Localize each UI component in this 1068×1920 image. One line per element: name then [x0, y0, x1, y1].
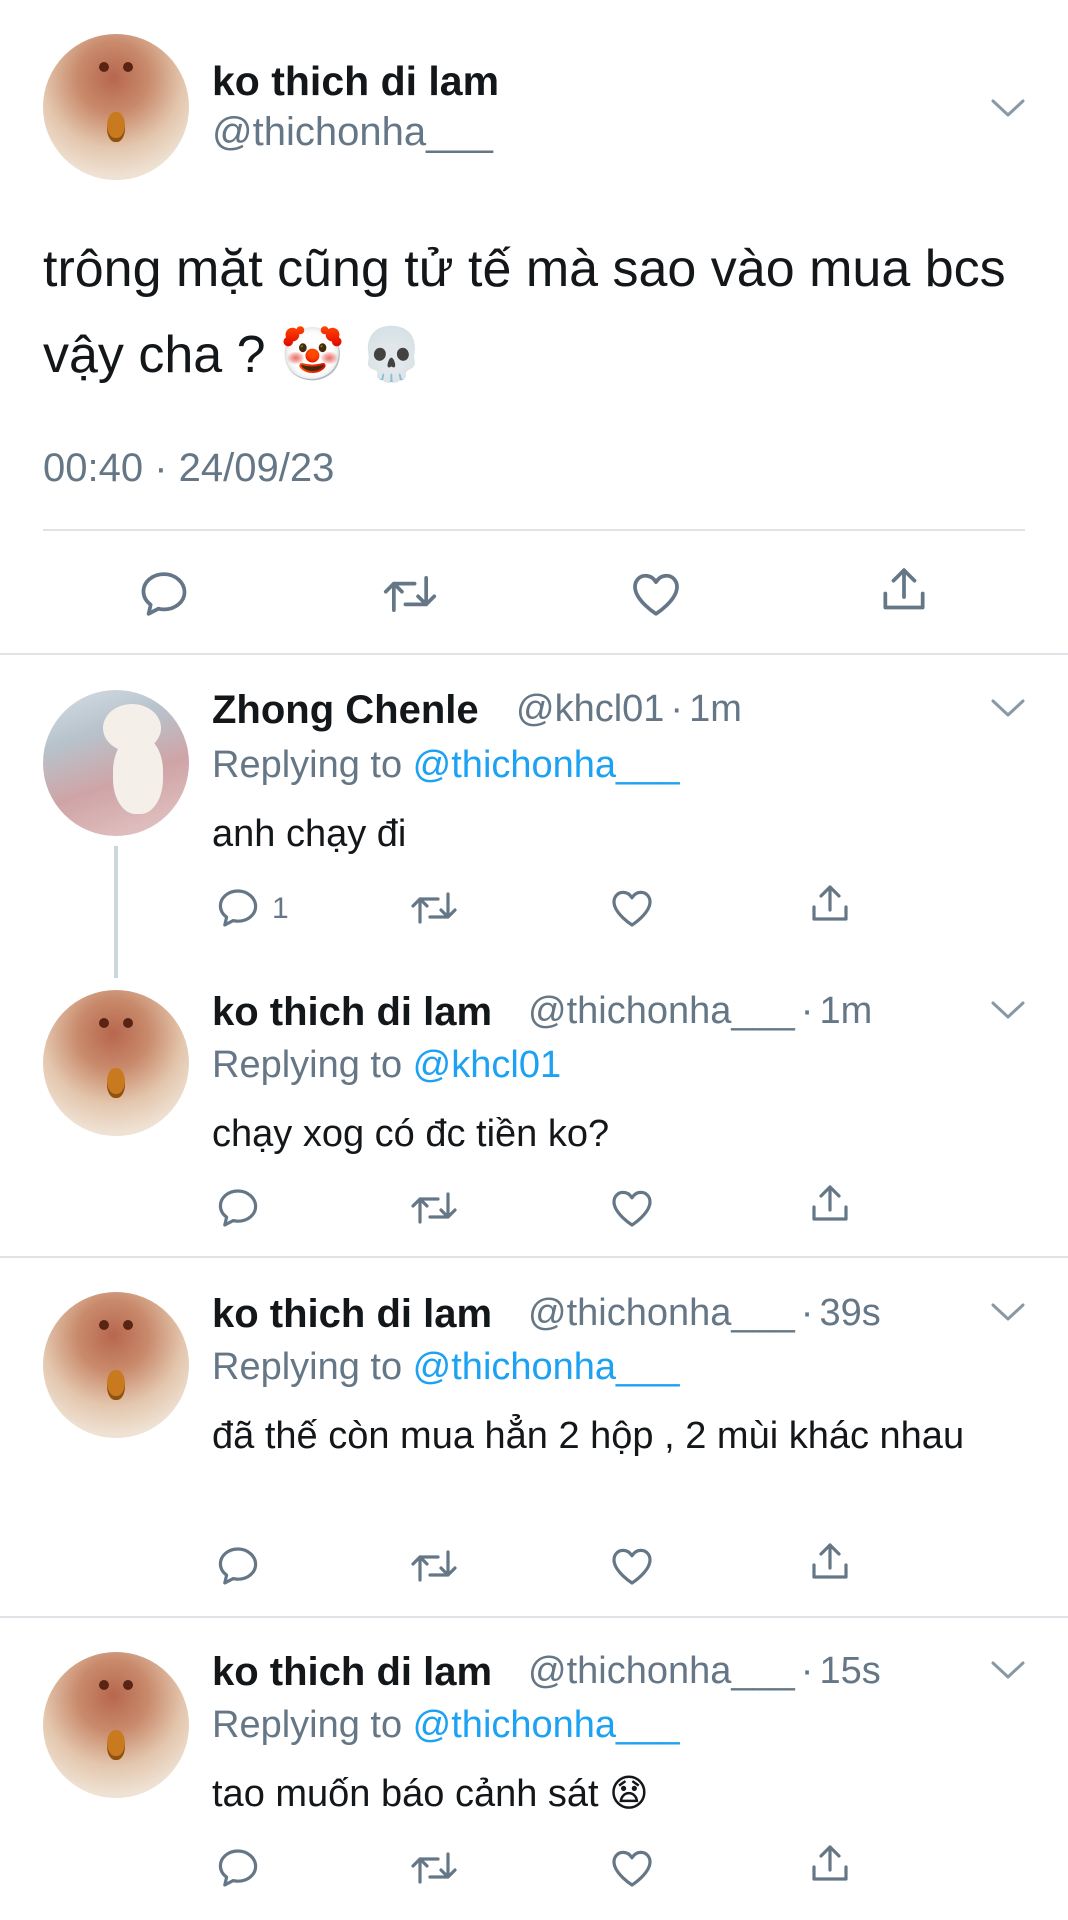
tweet-text: anh chạy đi — [212, 813, 407, 855]
author-name[interactable]: Zhong Chenle — [212, 688, 479, 733]
share-icon[interactable] — [806, 1538, 854, 1586]
divider — [0, 1256, 1068, 1258]
reply-time: 1m — [819, 990, 873, 1032]
reply-icon[interactable] — [214, 1542, 262, 1590]
reply-icon[interactable] — [214, 884, 262, 932]
replying-to-link[interactable]: @thichonha___ — [413, 1346, 680, 1388]
divider — [43, 529, 1025, 531]
like-icon[interactable] — [608, 884, 656, 932]
retweet-icon[interactable] — [408, 884, 460, 932]
reply-icon[interactable] — [136, 566, 192, 622]
chevron-down-icon[interactable] — [990, 1658, 1026, 1682]
author-handle[interactable]: @thichonha___ — [528, 990, 795, 1032]
like-icon[interactable] — [608, 1844, 656, 1892]
like-icon[interactable] — [608, 1542, 656, 1590]
reply-meta: @thichonha___ · 39s — [528, 1292, 881, 1334]
author-name[interactable]: ko thich di lam — [212, 990, 492, 1035]
avatar[interactable] — [43, 1652, 189, 1798]
reply-icon[interactable] — [214, 1184, 262, 1232]
reply-count: 1 — [272, 892, 289, 925]
like-icon[interactable] — [608, 1184, 656, 1232]
author-handle[interactable]: @thichonha___ — [212, 110, 493, 155]
replying-to-link[interactable]: @thichonha___ — [413, 1704, 680, 1746]
chevron-down-icon[interactable] — [990, 1300, 1026, 1324]
reply-time: 1m — [689, 688, 742, 730]
chevron-down-icon[interactable] — [990, 998, 1026, 1022]
avatar[interactable] — [43, 1292, 189, 1438]
author-name[interactable]: ko thich di lam — [212, 1650, 492, 1695]
retweet-icon[interactable] — [408, 1844, 460, 1892]
retweet-icon[interactable] — [408, 1184, 460, 1232]
retweet-icon[interactable] — [380, 566, 440, 622]
share-icon[interactable] — [806, 1840, 854, 1888]
replying-to: Replying to @thichonha___ — [212, 1704, 680, 1746]
chevron-down-icon[interactable] — [990, 696, 1026, 720]
reply-time: 39s — [819, 1292, 881, 1334]
tweet-text: đã thế còn mua hẳn 2 hộp , 2 mùi khác nh… — [212, 1415, 965, 1457]
reply-meta: @thichonha___ · 1m — [528, 990, 873, 1032]
author-handle[interactable]: @thichonha___ — [528, 1650, 795, 1692]
replying-to-link[interactable]: @thichonha___ — [413, 744, 680, 786]
reply-meta: @khcl01 · 1m — [516, 688, 742, 730]
avatar[interactable] — [43, 34, 189, 180]
share-icon[interactable] — [876, 562, 932, 618]
replying-to: Replying to @thichonha___ — [212, 1346, 680, 1388]
reply-icon[interactable] — [214, 1844, 262, 1892]
divider — [0, 1616, 1068, 1618]
tweet-text: trông mặt cũng tử tế mà sao vào mua bcs … — [43, 240, 1006, 384]
thread-connector — [114, 846, 118, 978]
avatar[interactable] — [43, 990, 189, 1136]
like-icon[interactable] — [628, 566, 684, 622]
replying-to-link[interactable]: @khcl01 — [413, 1044, 561, 1086]
tweet-text: tao muốn báo cảnh sát 😧 — [212, 1773, 649, 1815]
replying-to: Replying to @khcl01 — [212, 1044, 562, 1086]
retweet-icon[interactable] — [408, 1542, 460, 1590]
replying-to: Replying to @thichonha___ — [212, 744, 680, 786]
chevron-down-icon[interactable] — [990, 96, 1026, 120]
avatar[interactable] — [43, 690, 189, 836]
share-icon[interactable] — [806, 1180, 854, 1228]
reply-time: 15s — [819, 1650, 881, 1692]
author-handle[interactable]: @khcl01 — [516, 688, 664, 730]
reply-meta: @thichonha___ · 15s — [528, 1650, 881, 1692]
divider — [0, 653, 1068, 655]
author-name[interactable]: ko thich di lam — [212, 1292, 492, 1337]
tweet-text: chạy xog có đc tiền ko? — [212, 1113, 610, 1155]
author-handle[interactable]: @thichonha___ — [528, 1292, 795, 1334]
tweet-timestamp: 00:40 · 24/09/23 — [43, 446, 335, 490]
share-icon[interactable] — [806, 880, 854, 928]
author-name[interactable]: ko thich di lam — [212, 58, 499, 105]
